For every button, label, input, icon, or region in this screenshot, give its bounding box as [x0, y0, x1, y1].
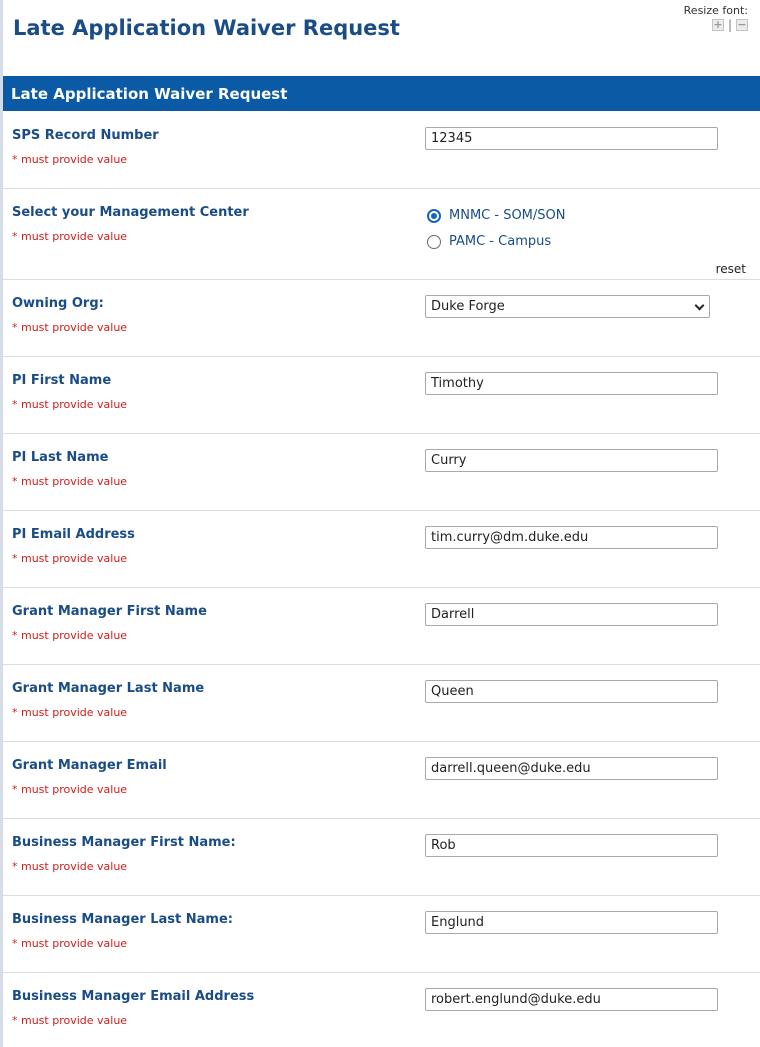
grant-manager-first-name-label: Grant Manager First Name — [12, 604, 207, 619]
required-note: * must provide value — [12, 1014, 128, 1027]
required-note: * must provide value — [12, 321, 128, 334]
required-note: * must provide value — [12, 706, 128, 719]
chevron-down-icon — [694, 300, 705, 311]
form-row-owning-org: Owning Org: * must provide value Duke Fo… — [3, 280, 760, 357]
form-row-pi-last-name: PI Last Name * must provide value — [3, 434, 760, 511]
form-row-pi-first-name: PI First Name * must provide value — [3, 357, 760, 434]
sps-record-input[interactable] — [425, 127, 718, 150]
page-title: Late Application Waiver Request — [13, 16, 400, 40]
business-manager-first-name-input[interactable] — [425, 834, 718, 857]
radio-selected-icon[interactable] — [427, 208, 441, 223]
business-manager-last-name-label: Business Manager Last Name: — [12, 912, 233, 927]
pi-email-label: PI Email Address — [12, 527, 135, 542]
resize-separator: | — [727, 18, 732, 32]
pi-last-name-label: PI Last Name — [12, 450, 109, 465]
resize-font-control: Resize font: + | − — [684, 4, 748, 31]
radio-unselected-icon[interactable] — [427, 234, 441, 249]
decrease-font-icon[interactable]: − — [736, 19, 748, 31]
pi-first-name-input[interactable] — [425, 372, 718, 395]
radio-option-label: MNMC - SOM/SON — [449, 208, 566, 223]
radio-option-pamc[interactable]: PAMC - Campus — [427, 234, 551, 249]
required-note: * must provide value — [12, 629, 128, 642]
required-note: * must provide value — [12, 860, 128, 873]
grant-manager-last-name-label: Grant Manager Last Name — [12, 681, 205, 696]
required-note: * must provide value — [12, 475, 128, 488]
grant-manager-first-name-input[interactable] — [425, 603, 718, 626]
radio-option-mnmc[interactable]: MNMC - SOM/SON — [427, 208, 565, 223]
pi-email-input[interactable] — [425, 526, 718, 549]
pi-last-name-input[interactable] — [425, 449, 718, 472]
form-row-grant-manager-first-name: Grant Manager First Name * must provide … — [3, 588, 760, 665]
owning-org-selected-value: Duke Forge — [431, 299, 505, 314]
form-row-business-manager-last-name: Business Manager Last Name: * must provi… — [3, 896, 760, 973]
business-manager-last-name-input[interactable] — [425, 911, 718, 934]
form-row-business-manager-first-name: Business Manager First Name: * must prov… — [3, 819, 760, 896]
required-note: * must provide value — [12, 153, 128, 166]
required-note: * must provide value — [12, 552, 128, 565]
grant-manager-last-name-input[interactable] — [425, 680, 718, 703]
reset-link[interactable]: reset — [716, 262, 746, 276]
pi-first-name-label: PI First Name — [12, 373, 112, 388]
grant-manager-email-label: Grant Manager Email — [12, 758, 167, 773]
section-header: Late Application Waiver Request — [3, 76, 760, 111]
form-row-management-center: Select your Management Center * must pro… — [3, 189, 760, 280]
form-row-grant-manager-email: Grant Manager Email * must provide value — [3, 742, 760, 819]
owning-org-select[interactable]: Duke Forge — [425, 295, 710, 318]
owning-org-label: Owning Org: — [12, 296, 104, 311]
required-note: * must provide value — [12, 783, 128, 796]
business-manager-email-input[interactable] — [425, 988, 718, 1011]
required-note: * must provide value — [12, 937, 128, 950]
form-row-sps-record: SPS Record Number * must provide value — [3, 112, 760, 189]
sps-record-label: SPS Record Number — [12, 128, 159, 143]
form-row-business-manager-email: Business Manager Email Address * must pr… — [3, 973, 760, 1047]
radio-option-label: PAMC - Campus — [449, 234, 552, 249]
resize-font-label: Resize font: — [683, 4, 748, 17]
management-center-label: Select your Management Center — [12, 205, 249, 220]
grant-manager-email-input[interactable] — [425, 757, 718, 780]
required-note: * must provide value — [12, 398, 128, 411]
form-row-grant-manager-last-name: Grant Manager Last Name * must provide v… — [3, 665, 760, 742]
increase-font-icon[interactable]: + — [711, 19, 724, 31]
business-manager-email-label: Business Manager Email Address — [12, 989, 255, 1004]
business-manager-first-name-label: Business Manager First Name: — [12, 835, 236, 850]
required-note: * must provide value — [12, 230, 128, 243]
form-row-pi-email: PI Email Address * must provide value — [3, 511, 760, 588]
